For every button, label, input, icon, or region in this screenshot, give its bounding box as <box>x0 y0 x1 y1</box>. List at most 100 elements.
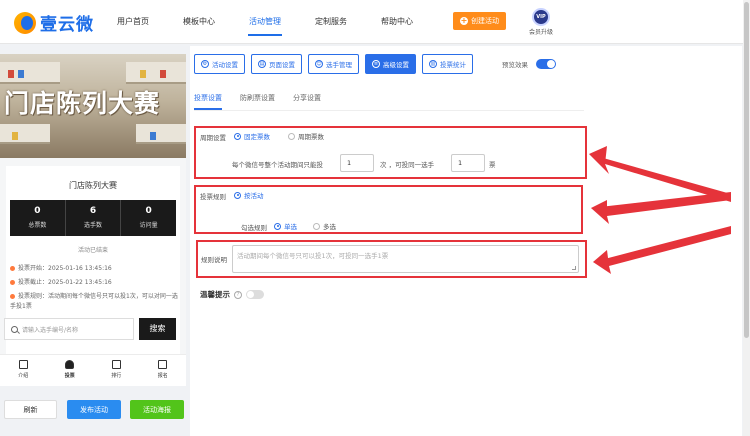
vote-statistics-button[interactable]: ▥ 投票统计 <box>422 54 473 74</box>
subtab-share-settings[interactable]: 分享设置 <box>293 91 321 110</box>
create-activity-label: 创建活动 <box>471 17 499 25</box>
arrow-3-icon <box>593 226 731 274</box>
publish-activity-button[interactable]: 发布活动 <box>67 400 121 419</box>
product-decor <box>140 70 146 78</box>
preview-effect-toggle[interactable]: 预览效果 <box>502 59 556 69</box>
subtab-vote-settings[interactable]: 投票设置 <box>194 91 222 110</box>
main-nav: 用户首页 模板中心 活动管理 定制服务 帮助中心 <box>100 0 430 44</box>
signup-icon <box>158 360 168 369</box>
advanced-settings-button[interactable]: ≡ 高级设置 <box>365 54 416 74</box>
nav-item-help-center[interactable]: 帮助中心 <box>364 0 430 44</box>
banner-title: 门店陈列大赛 <box>4 89 161 118</box>
nav-item-custom-service[interactable]: 定制服务 <box>298 0 364 44</box>
cycle-settings-label: 周期设置 <box>200 134 226 142</box>
bullet-icon <box>10 280 15 285</box>
radio-single-choice[interactable]: 单选 <box>274 221 297 231</box>
vote-rule-text: 投票规则：活动期间每个微信号只可以投1次，可以对同一选手投1票 <box>10 293 178 310</box>
activity-settings-button[interactable]: ⚙ 活动设置 <box>194 54 245 74</box>
player-search-field[interactable]: 请输入选手编号/名称 <box>4 318 134 340</box>
bar-chart-icon <box>111 360 121 369</box>
stat-value: 6 <box>89 206 97 216</box>
scrollbar-thumb[interactable] <box>744 2 749 338</box>
refresh-button[interactable]: 刷新 <box>4 400 57 419</box>
player-management-button[interactable]: ☺ 选手管理 <box>308 54 359 74</box>
bullet-icon <box>10 294 15 299</box>
tab-intro[interactable]: 介绍 <box>0 355 47 386</box>
nav-item-templates[interactable]: 模板中心 <box>166 0 232 44</box>
vote-rule-line: 投票规则：活动期间每个微信号只可以投1次，可以对同一选手投1票 <box>10 292 178 312</box>
vip-upgrade-label: 会员升级 <box>528 29 553 36</box>
rule-description-placeholder: 活动期间每个微信号只可以投1次，可投同一选手1票 <box>237 252 389 260</box>
stat-value: 0 <box>34 206 41 216</box>
mobile-tab-bar: 介绍 投票 排行 报名 <box>0 354 186 386</box>
nav-item-activity-management[interactable]: 活动管理 <box>232 0 298 44</box>
vote-limit-middle: 次 ，可投同一选手 <box>380 161 435 169</box>
radio-label: 多选 <box>323 223 336 231</box>
rule-description-textarea[interactable]: 活动期间每个微信号只可以投1次，可投同一选手1票 <box>232 245 579 273</box>
product-decor <box>18 70 24 78</box>
stat-label: 选手数 <box>84 222 103 229</box>
radio-dot-icon <box>274 222 281 230</box>
tab-vote[interactable]: 投票 <box>47 355 94 386</box>
page-scrollbar[interactable] <box>743 0 750 436</box>
gear-icon: ⚙ <box>201 60 209 68</box>
stat-total-votes: 0 总票数 <box>10 200 66 236</box>
contest-banner: 门店陈列大赛 <box>0 54 186 158</box>
radio-dot-icon <box>313 222 320 230</box>
preview-switch[interactable] <box>536 59 556 69</box>
search-input[interactable]: 请输入选手编号/名称 <box>22 325 78 334</box>
vip-upgrade[interactable]: VIP 会员升级 <box>526 8 556 36</box>
annotation-arrows <box>589 146 731 274</box>
stat-players: 6 选手数 <box>66 200 122 236</box>
radio-cycle-votes[interactable]: 周期票数 <box>288 131 324 141</box>
preview-effect-label: 预览效果 <box>502 61 528 69</box>
radio-by-activity[interactable]: 按活动 <box>234 190 264 200</box>
user-icon <box>65 360 75 369</box>
settings-subtabs: 投票设置 防刷票设置 分享设置 <box>194 91 584 111</box>
shelf-decor <box>0 124 50 144</box>
settings-toolbar: ⚙ 活动设置 ▤ 页面设置 ☺ 选手管理 ≡ 高级设置 ▥ 投票统计 <box>194 54 473 74</box>
resize-handle-icon[interactable] <box>572 266 576 270</box>
page-settings-button[interactable]: ▤ 页面设置 <box>251 54 302 74</box>
help-icon[interactable]: ? <box>234 290 242 299</box>
radio-fixed-votes[interactable]: 固定票数 <box>234 131 270 141</box>
tab-label: 投票 <box>64 373 75 379</box>
nav-item-home[interactable]: 用户首页 <box>100 0 166 44</box>
tab-signup[interactable]: 报名 <box>140 355 187 386</box>
selection-rule-label: 勾选规则 <box>241 224 267 232</box>
search-button[interactable]: 搜索 <box>139 318 176 340</box>
sliders-icon: ≡ <box>372 60 380 68</box>
tool-label: 选手管理 <box>326 61 352 69</box>
stat-visits: 0 访问量 <box>121 200 176 236</box>
warm-tip-label: 温馨提示 <box>200 290 230 299</box>
warm-tip-switch[interactable] <box>246 290 264 299</box>
plus-icon: + <box>460 16 468 25</box>
tool-label: 高级设置 <box>383 61 409 69</box>
vote-end-line: 投票截止：2025-01-22 13:45:16 <box>10 278 178 288</box>
stat-label: 总票数 <box>28 222 47 229</box>
tab-ranking[interactable]: 排行 <box>93 355 140 386</box>
rule-description-label: 规则说明 <box>201 256 227 264</box>
stat-value: 0 <box>145 206 152 216</box>
vote-rule-label: 投票规则 <box>200 193 226 201</box>
product-decor <box>150 132 156 140</box>
activity-poster-button[interactable]: 活动海报 <box>130 400 184 419</box>
brand-logo[interactable]: 壹云微 <box>14 10 94 35</box>
per-player-votes-input[interactable]: 1 <box>451 154 485 172</box>
radio-label: 单选 <box>284 223 297 231</box>
vote-count-input[interactable]: 1 <box>340 154 374 172</box>
contest-status: 活动已结束 <box>77 247 108 254</box>
shelf-decor <box>136 124 186 144</box>
warm-tip-row: 温馨提示 ? <box>200 289 264 300</box>
tab-label: 报名 <box>157 373 168 379</box>
subtab-anti-fraud-settings[interactable]: 防刷票设置 <box>240 91 275 110</box>
vote-start-line: 投票开始：2025-01-16 13:45:16 <box>10 264 178 274</box>
product-decor <box>8 70 14 78</box>
document-icon <box>18 360 28 369</box>
vote-limit-suffix: 票 <box>489 161 496 169</box>
create-activity-button[interactable]: + 创建活动 <box>453 12 506 30</box>
radio-multi-choice[interactable]: 多选 <box>313 221 336 231</box>
brand-name: 壹云微 <box>40 15 94 35</box>
radio-label: 固定票数 <box>244 133 270 141</box>
radio-dot-icon <box>288 132 295 140</box>
